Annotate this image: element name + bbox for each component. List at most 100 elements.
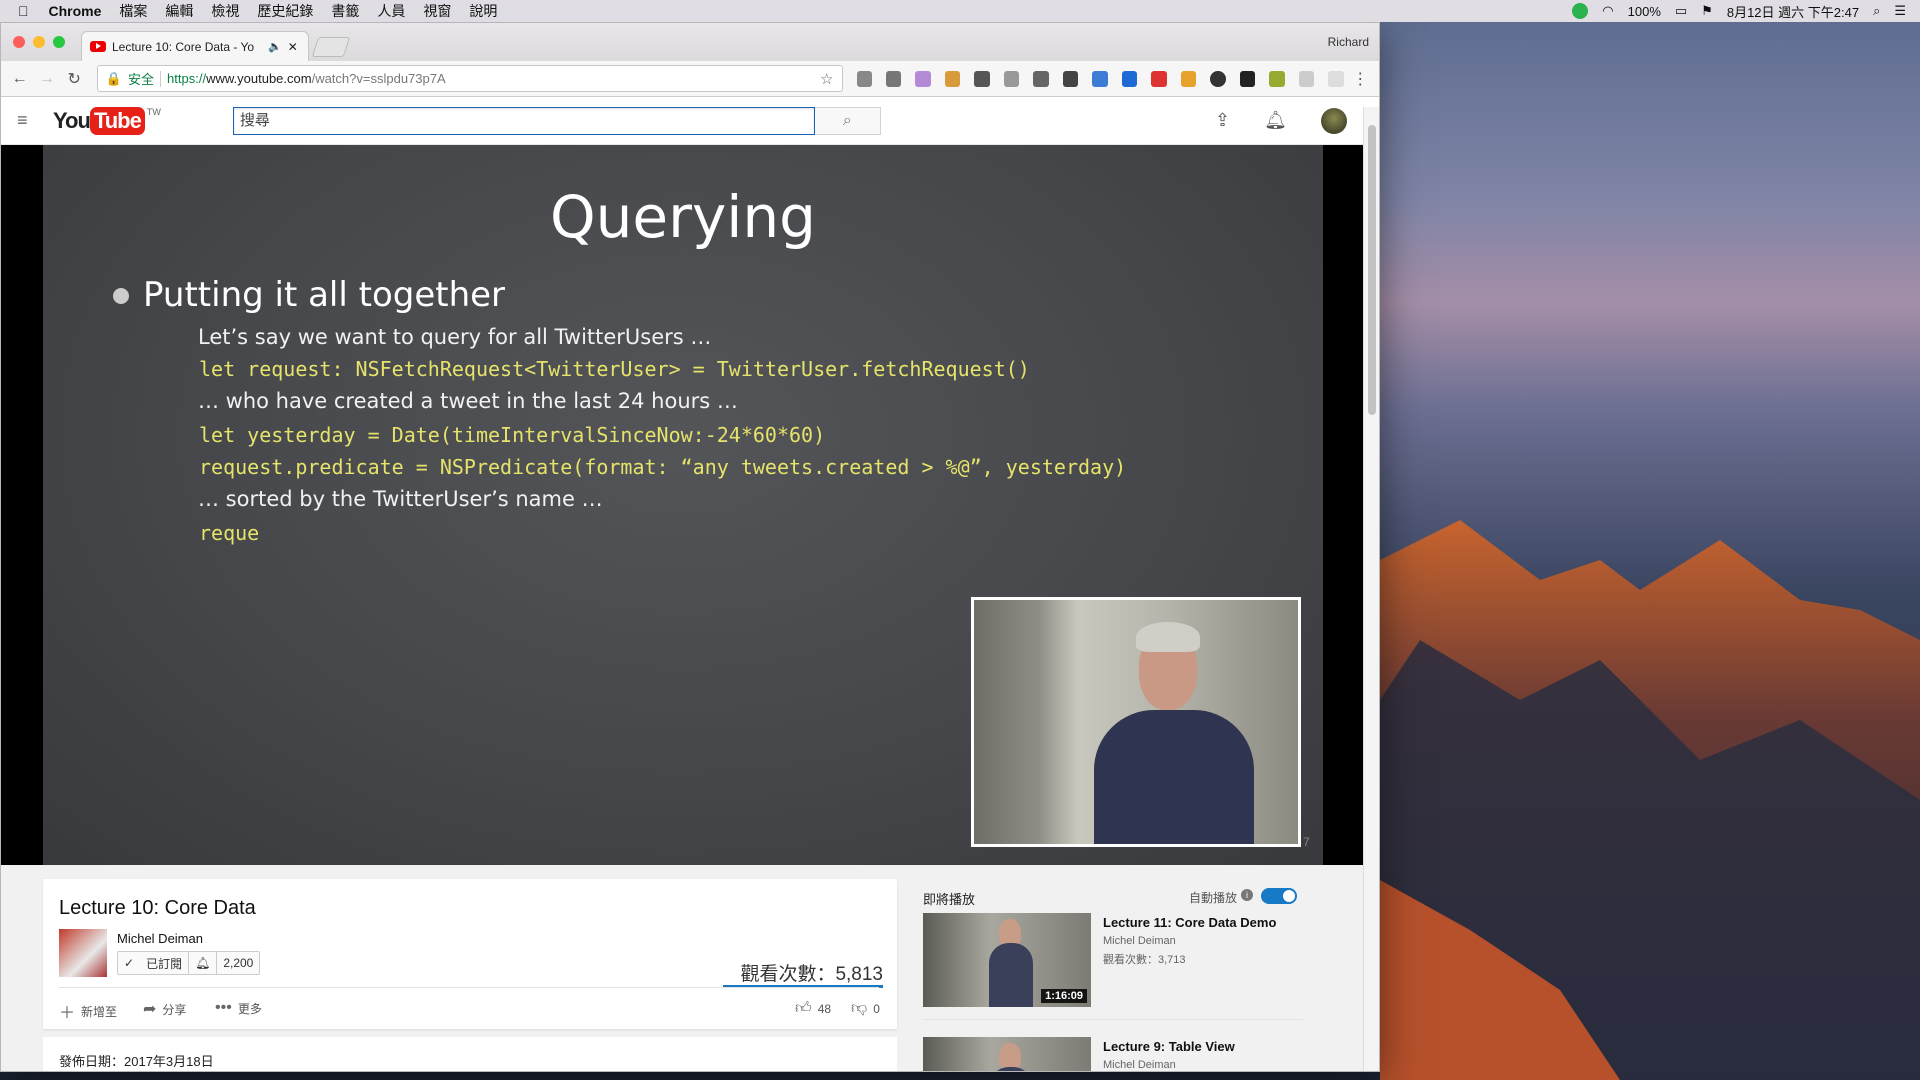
menu-file[interactable]: 檔案 [119, 1, 147, 21]
apple-icon[interactable]:  [18, 3, 29, 19]
related-title[interactable]: Lecture 11: Core Data Demo [1103, 915, 1276, 930]
logo-you: You [53, 107, 91, 133]
channel-avatar[interactable] [59, 929, 107, 977]
tab-strip: Lecture 10: Core Data - Yo 🔈 ✕ Richard [1, 23, 1379, 61]
new-tab-button[interactable] [311, 37, 351, 57]
chrome-menu-icon[interactable]: ⋮ [1350, 69, 1371, 89]
speaker-icon[interactable]: 🔈 [268, 40, 282, 53]
browser-tab[interactable]: Lecture 10: Core Data - Yo 🔈 ✕ [81, 31, 309, 61]
address-bar[interactable]: 🔒 安全 https://www.youtube.com/watch?v=ssl… [96, 65, 843, 92]
related-views: 觀看次數：3,713 [1103, 954, 1186, 966]
extension-6-icon[interactable] [1003, 70, 1020, 87]
close-window-button[interactable] [13, 36, 25, 48]
menu-history[interactable]: 歷史紀錄 [257, 1, 313, 21]
clock[interactable]: 8月12日 週六 下午2:47 [1727, 2, 1859, 21]
extension-14-icon[interactable] [1239, 70, 1256, 87]
tab-title: Lecture 10: Core Data - Yo [112, 39, 255, 54]
forward-icon[interactable]: → [36, 70, 57, 88]
share-icon: ➦ [143, 1001, 157, 1018]
youtube-logo[interactable]: You Tube TW [53, 106, 161, 135]
slide-code-3: request.predicate = NSPredicate(format: … [199, 455, 1127, 479]
extension-16-icon[interactable] [1298, 70, 1315, 87]
page-scrollbar[interactable] [1363, 107, 1379, 1071]
menu-help[interactable]: 說明 [469, 1, 497, 21]
video-player[interactable]: Querying Putting it all together Let’s s… [1, 145, 1363, 865]
header-actions: ⇪ 🔔︎ [1215, 107, 1347, 134]
scrollbar-thumb[interactable] [1368, 125, 1376, 415]
slide-title: Querying [550, 183, 816, 251]
info-icon[interactable]: i [1241, 889, 1253, 901]
reload-icon[interactable]: ↻ [64, 69, 85, 89]
share-button[interactable]: ➦ 分享 [143, 999, 186, 1019]
chrome-window: Lecture 10: Core Data - Yo 🔈 ✕ Richard ←… [0, 22, 1380, 1072]
back-icon[interactable]: ← [9, 70, 30, 88]
related-videos: 即將播放 自動播放 i 1:16:09 Lecture 11: Core Dat… [909, 879, 1309, 1071]
video-title: Lecture 10: Core Data [59, 897, 256, 919]
plus-icon: ＋ [59, 1005, 76, 1022]
extension-12-icon[interactable] [1180, 70, 1197, 87]
lecturer-video-inset [971, 597, 1301, 847]
bookmark-star-icon[interactable]: ☆ [820, 70, 833, 88]
menu-bookmarks[interactable]: 書籤 [331, 1, 359, 21]
extension-17-icon[interactable] [1328, 70, 1344, 87]
url-scheme: https:// [167, 71, 207, 86]
add-to-label: 新增至 [81, 1004, 118, 1019]
extension-9-icon[interactable] [1092, 70, 1108, 87]
profile-name[interactable]: Richard [1328, 35, 1369, 49]
like-button[interactable]: 👍︎ 48 [795, 999, 831, 1018]
notification-bell-icon[interactable]: 🔔︎ [189, 956, 216, 970]
extension-13-icon[interactable] [1210, 70, 1226, 87]
account-avatar[interactable] [1321, 107, 1347, 134]
minimize-window-button[interactable] [33, 36, 45, 48]
publish-date: 發佈日期：2017年3月18日 [59, 1054, 214, 1069]
search-button[interactable]: ⌕ [814, 106, 881, 135]
lecturer-hair [1136, 622, 1200, 652]
menu-people[interactable]: 人員 [377, 1, 405, 21]
flag-icon[interactable]: ⚑ [1701, 3, 1713, 19]
browser-toolbar: ← → ↻ 🔒 安全 https://www.youtube.com/watch… [1, 61, 1379, 97]
related-thumbnail[interactable]: 1:16:09 [923, 913, 1091, 1007]
related-title[interactable]: Lecture 9: Table View [1103, 1039, 1235, 1054]
extension-15-icon[interactable] [1269, 70, 1285, 87]
close-tab-icon[interactable]: ✕ [288, 40, 298, 54]
extension-10-icon[interactable] [1121, 70, 1138, 87]
menu-window[interactable]: 視窗 [423, 1, 451, 21]
subscribe-button[interactable]: ✓ 已訂閱 🔔︎ 2,200 [117, 951, 261, 975]
extension-7-icon[interactable] [1033, 70, 1049, 87]
extension-1-icon[interactable] [856, 70, 872, 87]
menu-edit[interactable]: 編輯 [165, 1, 193, 21]
slide-code-1: let request: NSFetchRequest<TwitterUser>… [199, 357, 1030, 381]
autoplay-toggle[interactable] [1261, 888, 1297, 904]
guide-menu-icon[interactable]: ≡ [17, 110, 47, 131]
pocket-icon[interactable] [1062, 70, 1079, 87]
related-thumbnail[interactable] [923, 1037, 1091, 1071]
notification-center-icon[interactable]: ☰ [1894, 3, 1906, 19]
extension-11-icon[interactable] [1151, 70, 1167, 87]
menu-app-name[interactable]: Chrome [49, 3, 102, 19]
thumbs-up-icon: 👍︎ [795, 1000, 812, 1017]
extension-4-icon[interactable] [944, 70, 961, 87]
search-input[interactable]: 搜尋 [232, 106, 815, 135]
wifi-icon[interactable]: ◠ [1602, 3, 1613, 19]
slide-line-2: … who have created a tweet in the last 2… [198, 389, 738, 413]
extension-5-icon[interactable] [974, 70, 990, 87]
subscribed-label: 已訂閱 [146, 956, 183, 971]
upload-icon[interactable]: ⇪ [1215, 110, 1230, 131]
more-button[interactable]: ••• 更多 [215, 999, 262, 1017]
slide-code-4: reque [199, 521, 260, 545]
zoom-window-button[interactable] [53, 36, 65, 48]
menu-view[interactable]: 檢視 [211, 1, 239, 21]
battery-icon[interactable]: ▭ [1675, 3, 1687, 19]
spotlight-search-icon[interactable]: ⌕ [1873, 3, 1880, 19]
macos-menubar:  Chrome 檔案 編輯 檢視 歷史紀錄 書籤 人員 視窗 說明 ◠ 100… [0, 0, 1920, 22]
add-to-button[interactable]: ＋ 新增至 [59, 999, 117, 1023]
channel-name[interactable]: Michel Deiman [117, 931, 203, 946]
extension-3-icon[interactable] [915, 70, 931, 87]
search-icon: ⌕ [842, 111, 852, 129]
notifications-bell-icon[interactable]: 🔔︎ [1264, 110, 1287, 131]
subscriber-count: 2,200 [223, 956, 254, 970]
dislike-button[interactable]: 👎︎ 0 [851, 999, 880, 1018]
extension-2-icon[interactable] [885, 70, 902, 87]
thumbs-down-icon: 👎︎ [851, 1000, 868, 1017]
line-icon[interactable] [1572, 3, 1589, 19]
